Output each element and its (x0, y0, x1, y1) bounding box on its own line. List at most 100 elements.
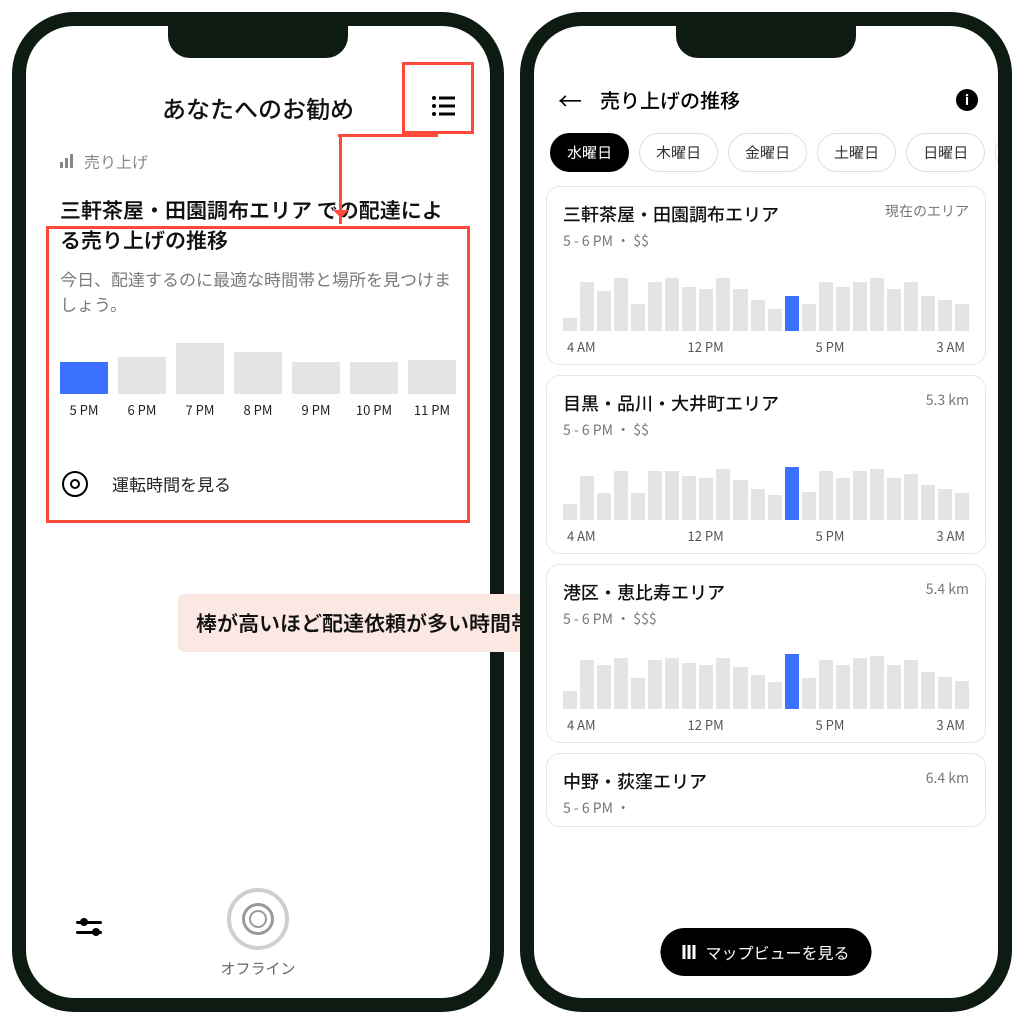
area-bar (665, 278, 679, 331)
area-bar (921, 296, 935, 331)
area-bar (802, 678, 816, 709)
area-bar-chart (563, 639, 969, 709)
right-header: ← 売り上げの推移 i (534, 72, 998, 133)
area-bar (853, 471, 867, 520)
area-bar (921, 485, 935, 520)
page-title: 売り上げの推移 (600, 85, 938, 114)
annotation-box-list-button (402, 62, 474, 134)
axis-tick: 3 AM (936, 526, 965, 545)
area-card[interactable]: 目黒・品川・大井町エリア5 - 6 PM ・ $$5.3 km4 AM12 PM… (546, 375, 986, 554)
area-bar (819, 660, 833, 709)
day-tab[interactable]: 水曜日 (550, 133, 629, 172)
notch (168, 24, 348, 58)
area-bar (938, 677, 952, 709)
area-sub: 5 - 6 PM ・ $$ (563, 231, 779, 251)
area-bar (853, 658, 867, 709)
area-card[interactable]: 港区・恵比寿エリア5 - 6 PM ・ $$$5.4 km4 AM12 PM5 … (546, 564, 986, 743)
area-name: 目黒・品川・大井町エリア (563, 390, 779, 416)
day-tab[interactable]: 木曜日 (639, 133, 718, 172)
area-distance: 5.4 km (926, 579, 969, 599)
axis-tick: 4 AM (567, 715, 596, 734)
area-bar (648, 471, 662, 520)
area-bar (836, 665, 850, 709)
map-view-button[interactable]: マップビューを見る (660, 928, 871, 976)
area-bar-chart (563, 261, 969, 331)
area-list: 三軒茶屋・田園調布エリア 5 - 6 PM ・ $$ 現在のエリア 4 AM 12 PM… (534, 186, 998, 827)
area-bar (785, 467, 799, 520)
area-bar (836, 287, 850, 331)
area-bar (563, 691, 577, 709)
section-label-text: 売り上げ (84, 149, 148, 173)
area-bar (853, 282, 867, 331)
area-bar (955, 681, 969, 709)
area-card[interactable]: 中野・荻窪エリア5 - 6 PM ・6.4 km (546, 753, 986, 827)
area-bar (887, 289, 901, 332)
columns-icon (682, 945, 695, 959)
area-bar (768, 495, 782, 520)
preferences-button[interactable] (76, 918, 104, 938)
area-axis: 4 AM12 PM5 PM3 AM (563, 715, 969, 734)
area-bar (938, 489, 952, 520)
day-tab[interactable]: 土曜日 (817, 133, 896, 172)
area-bar (819, 471, 833, 520)
axis-tick: 5 PM (816, 715, 845, 734)
area-bar (580, 660, 594, 709)
area-bar (716, 469, 730, 520)
screen-left: あなたへのお勧め 売り上げ (26, 26, 490, 998)
day-tab[interactable]: 金曜日 (728, 133, 807, 172)
area-bar (836, 478, 850, 521)
area-bar (955, 304, 969, 331)
phone-left: あなたへのお勧め 売り上げ (14, 14, 502, 1010)
area-bar (733, 480, 747, 520)
area-bar (733, 667, 747, 710)
area-bar (682, 476, 696, 520)
area-axis: 4 AM 12 PM 5 PM 3 AM (563, 337, 969, 356)
steering-wheel-icon (62, 471, 88, 497)
area-bar (819, 282, 833, 331)
area-bar (921, 672, 935, 709)
day-tabs: 水曜日木曜日金曜日土曜日日曜日月曜 (534, 133, 998, 186)
bottom-bar: オフライン (26, 868, 490, 998)
area-bar (614, 658, 628, 709)
hand-icon (242, 903, 274, 935)
day-tab[interactable]: 月曜 (995, 133, 998, 172)
area-bar (955, 493, 969, 520)
axis-tick: 3 AM (936, 337, 965, 356)
area-name: 三軒茶屋・田園調布エリア (563, 201, 779, 227)
area-bar (597, 665, 611, 709)
area-bar (631, 678, 645, 709)
axis-tick: 4 AM (567, 526, 596, 545)
area-name: 中野・荻窪エリア (563, 768, 707, 794)
axis-tick: 4 AM (567, 337, 596, 356)
screen-right: ← 売り上げの推移 i 水曜日木曜日金曜日土曜日日曜日月曜 三軒茶屋・田園調布エ… (534, 26, 998, 998)
area-bar (870, 469, 884, 520)
axis-tick: 12 PM (688, 337, 724, 356)
axis-tick: 12 PM (688, 526, 724, 545)
axis-tick: 5 PM (816, 526, 845, 545)
area-card[interactable]: 三軒茶屋・田園調布エリア 5 - 6 PM ・ $$ 現在のエリア 4 AM 12 PM… (546, 186, 986, 365)
area-bar (682, 663, 696, 709)
area-distance: 現在のエリア (885, 201, 969, 221)
area-bar (716, 278, 730, 331)
area-bar (938, 300, 952, 331)
area-bar (699, 478, 713, 521)
annotation-box-card (46, 226, 470, 523)
status-label: オフライン (220, 958, 295, 979)
area-bar (716, 658, 730, 709)
area-sub: 5 - 6 PM ・ $$ (563, 420, 779, 440)
area-bar (648, 282, 662, 331)
back-button[interactable]: ← (558, 82, 582, 117)
bar-chart-icon (60, 154, 76, 168)
area-bar (870, 278, 884, 331)
area-bar (631, 493, 645, 520)
area-bar (614, 278, 628, 331)
day-tab[interactable]: 日曜日 (906, 133, 985, 172)
annotation-arrow (339, 134, 342, 224)
info-button[interactable]: i (956, 89, 978, 111)
area-bar (733, 289, 747, 332)
go-online-button[interactable] (227, 888, 289, 950)
axis-tick: 5 PM (816, 337, 845, 356)
area-bar (887, 665, 901, 709)
annotation-arrow-horizontal (338, 134, 438, 137)
area-bar (563, 504, 577, 520)
